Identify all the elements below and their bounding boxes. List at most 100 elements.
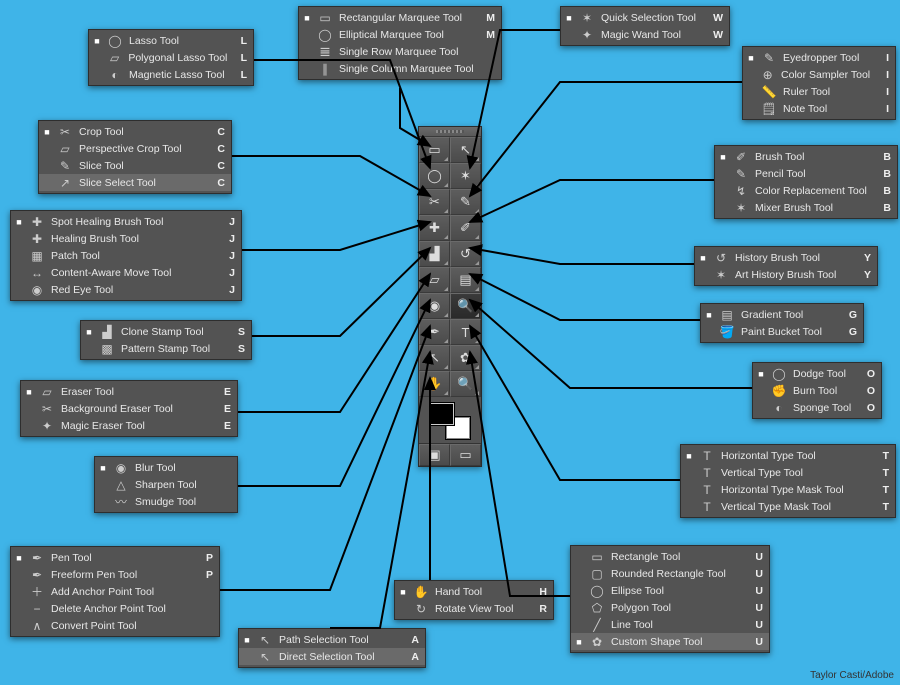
- tool-option-shape[interactable]: ■✿Custom Shape ToolU: [571, 633, 769, 650]
- active-indicator: ■: [747, 53, 755, 63]
- tool-marquee[interactable]: ▭: [419, 137, 450, 163]
- tool-option-healing[interactable]: ▦Patch ToolJ: [11, 247, 241, 264]
- tool-label: Eraser Tool: [61, 386, 211, 398]
- panel-grip[interactable]: [419, 127, 481, 137]
- tool-eraser[interactable]: ▱: [419, 267, 450, 293]
- tool-option-blur[interactable]: △Sharpen Tool: [95, 476, 237, 493]
- tool-healing[interactable]: ✚: [419, 215, 450, 241]
- tool-option-pen[interactable]: ＋Add Anchor Point Tool: [11, 583, 219, 600]
- tool-dodge[interactable]: 🔍: [450, 293, 481, 319]
- tool-option-path[interactable]: ↖Direct Selection ToolA: [239, 648, 425, 665]
- quick-mask-toggle[interactable]: ▣: [419, 444, 450, 466]
- tool-lasso[interactable]: ◯: [419, 163, 450, 189]
- tool-option-healing[interactable]: ■✚Spot Healing Brush ToolJ: [11, 213, 241, 230]
- foreground-color-swatch[interactable]: [430, 403, 454, 425]
- tool-blur[interactable]: ◉: [419, 293, 450, 319]
- tool-eyedropper[interactable]: ✎: [450, 189, 481, 215]
- tool-option-type[interactable]: THorizontal Type Mask ToolT: [681, 481, 895, 498]
- tool-option-brush[interactable]: ✎Pencil ToolB: [715, 165, 897, 182]
- tool-option-crop[interactable]: ■✂Crop ToolC: [39, 123, 231, 140]
- tool-option-history[interactable]: ■↺History Brush ToolY: [695, 249, 877, 266]
- tool-icon: T: [699, 483, 715, 497]
- tool-zoom[interactable]: 🔍: [450, 371, 481, 397]
- tool-option-shape[interactable]: ⬠Polygon ToolU: [571, 599, 769, 616]
- flyout-crop: ■✂Crop ToolC▱Perspective Crop ToolC✎Slic…: [38, 120, 232, 194]
- tool-icon: ＋: [29, 585, 45, 599]
- tool-option-eyedropper[interactable]: ■✎Eyedropper ToolI: [743, 49, 895, 66]
- tool-option-crop[interactable]: ✎Slice ToolC: [39, 157, 231, 174]
- tool-history-brush[interactable]: ↺: [450, 241, 481, 267]
- tool-option-lasso[interactable]: ■◯Lasso ToolL: [89, 32, 253, 49]
- tool-option-lasso[interactable]: ▱Polygonal Lasso ToolL: [89, 49, 253, 66]
- tool-gradient[interactable]: ▤: [450, 267, 481, 293]
- tool-type[interactable]: T: [450, 319, 481, 345]
- screen-mode-toggle[interactable]: ▭: [450, 444, 481, 466]
- shortcut-key: U: [749, 551, 763, 563]
- shortcut-key: E: [217, 403, 231, 415]
- tool-option-brush[interactable]: ■✐Brush ToolB: [715, 148, 897, 165]
- tool-quick-select[interactable]: ✶: [450, 163, 481, 189]
- tool-option-healing[interactable]: ◉Red Eye ToolJ: [11, 281, 241, 298]
- shortcut-key: U: [749, 585, 763, 597]
- tool-option-history[interactable]: ✶Art History Brush ToolY: [695, 266, 877, 283]
- tool-option-hand[interactable]: ■✋Hand ToolH: [395, 583, 553, 600]
- tool-option-healing[interactable]: ✚Healing Brush ToolJ: [11, 230, 241, 247]
- tool-option-hand[interactable]: ↻Rotate View ToolR: [395, 600, 553, 617]
- tool-path-select[interactable]: ↖: [419, 345, 450, 371]
- tool-icon: ▤: [719, 308, 735, 322]
- tool-option-eyedropper[interactable]: 🗒Note ToolI: [743, 100, 895, 117]
- tool-option-eyedropper[interactable]: ⊕Color Sampler ToolI: [743, 66, 895, 83]
- tool-option-lasso[interactable]: ◐Magnetic Lasso ToolL: [89, 66, 253, 83]
- tool-option-shape[interactable]: ▢Rounded Rectangle ToolU: [571, 565, 769, 582]
- tool-option-type[interactable]: ■THorizontal Type ToolT: [681, 447, 895, 464]
- tool-option-quick[interactable]: ✦Magic Wand ToolW: [561, 26, 729, 43]
- tool-label: Path Selection Tool: [279, 634, 399, 646]
- tool-hand[interactable]: ✋: [419, 371, 450, 397]
- tool-option-crop[interactable]: ▱Perspective Crop ToolC: [39, 140, 231, 157]
- tool-label: Pencil Tool: [755, 168, 871, 180]
- tool-option-marquee[interactable]: 𝌆Single Row Marquee Tool: [299, 43, 501, 60]
- tool-option-pen[interactable]: ✒Freeform Pen ToolP: [11, 566, 219, 583]
- tool-option-shape[interactable]: ◯Ellipse ToolU: [571, 582, 769, 599]
- tool-option-shape[interactable]: ╱Line ToolU: [571, 616, 769, 633]
- tool-stamp[interactable]: ▟: [419, 241, 450, 267]
- tool-option-path[interactable]: ■↖Path Selection ToolA: [239, 631, 425, 648]
- tool-move[interactable]: ↖: [450, 137, 481, 163]
- tool-icon: ▱: [39, 385, 55, 399]
- tool-option-type[interactable]: TVertical Type Mask ToolT: [681, 498, 895, 515]
- tool-option-dodge[interactable]: ◐Sponge ToolO: [753, 399, 881, 416]
- tool-option-stamp[interactable]: ■▟Clone Stamp ToolS: [81, 323, 251, 340]
- tool-option-gradient[interactable]: ■▤Gradient ToolG: [701, 306, 863, 323]
- tool-option-brush[interactable]: ✶Mixer Brush ToolB: [715, 199, 897, 216]
- tool-pen[interactable]: ✒: [419, 319, 450, 345]
- tool-option-quick[interactable]: ■✶Quick Selection ToolW: [561, 9, 729, 26]
- tool-crop[interactable]: ✂: [419, 189, 450, 215]
- tool-option-crop[interactable]: ↗Slice Select ToolC: [39, 174, 231, 191]
- tool-option-pen[interactable]: ∧Convert Point Tool: [11, 617, 219, 634]
- tool-option-type[interactable]: TVertical Type ToolT: [681, 464, 895, 481]
- tool-option-brush[interactable]: ↯Color Replacement ToolB: [715, 182, 897, 199]
- tool-option-eraser[interactable]: ■▱Eraser ToolE: [21, 383, 237, 400]
- tool-shape[interactable]: ✿: [450, 345, 481, 371]
- tool-option-healing[interactable]: ↔Content-Aware Move ToolJ: [11, 264, 241, 281]
- tool-brush[interactable]: ✐: [450, 215, 481, 241]
- tool-option-pen[interactable]: −Delete Anchor Point Tool: [11, 600, 219, 617]
- shortcut-key: T: [875, 501, 889, 513]
- tool-option-eyedropper[interactable]: 📏Ruler ToolI: [743, 83, 895, 100]
- tool-option-eraser[interactable]: ✦Magic Eraser ToolE: [21, 417, 237, 434]
- tool-option-gradient[interactable]: 🪣Paint Bucket ToolG: [701, 323, 863, 340]
- tool-option-blur[interactable]: ■◉Blur Tool: [95, 459, 237, 476]
- tool-option-marquee[interactable]: ∥Single Column Marquee Tool: [299, 60, 501, 77]
- tool-option-eraser[interactable]: ✂Background Eraser ToolE: [21, 400, 237, 417]
- tool-option-blur[interactable]: 〰Smudge Tool: [95, 493, 237, 510]
- tool-option-marquee[interactable]: ■▭Rectangular Marquee ToolM: [299, 9, 501, 26]
- tool-option-dodge[interactable]: ■◯Dodge ToolO: [753, 365, 881, 382]
- shortcut-key: B: [877, 168, 891, 180]
- tool-option-stamp[interactable]: ▩Pattern Stamp ToolS: [81, 340, 251, 357]
- tool-option-shape[interactable]: ▭Rectangle ToolU: [571, 548, 769, 565]
- tool-option-marquee[interactable]: ◯Elliptical Marquee ToolM: [299, 26, 501, 43]
- tool-option-pen[interactable]: ■✒Pen ToolP: [11, 549, 219, 566]
- tools-panel[interactable]: ▭↖◯✶✂✎✚✐▟↺▱▤◉🔍✒T↖✿✋🔍 ▣ ▭: [418, 126, 482, 467]
- tool-icon: ◉: [113, 461, 129, 475]
- tool-option-dodge[interactable]: ✊Burn ToolO: [753, 382, 881, 399]
